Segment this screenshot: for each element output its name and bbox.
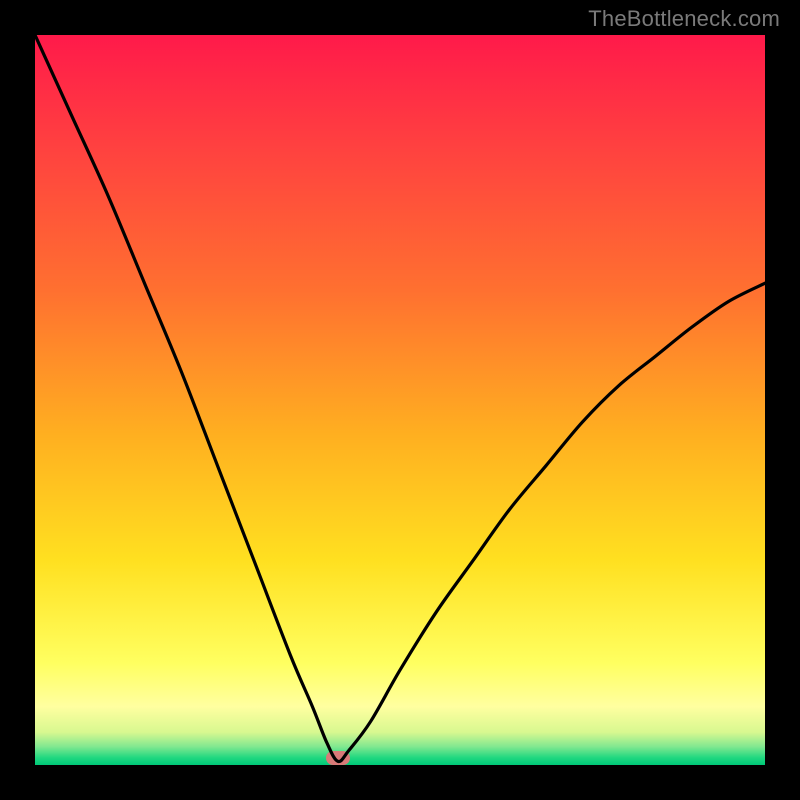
watermark-text: TheBottleneck.com [588,6,780,32]
bottleneck-curve [35,35,765,765]
chart-frame: TheBottleneck.com [0,0,800,800]
curve-path [35,35,765,762]
plot-area [35,35,765,765]
